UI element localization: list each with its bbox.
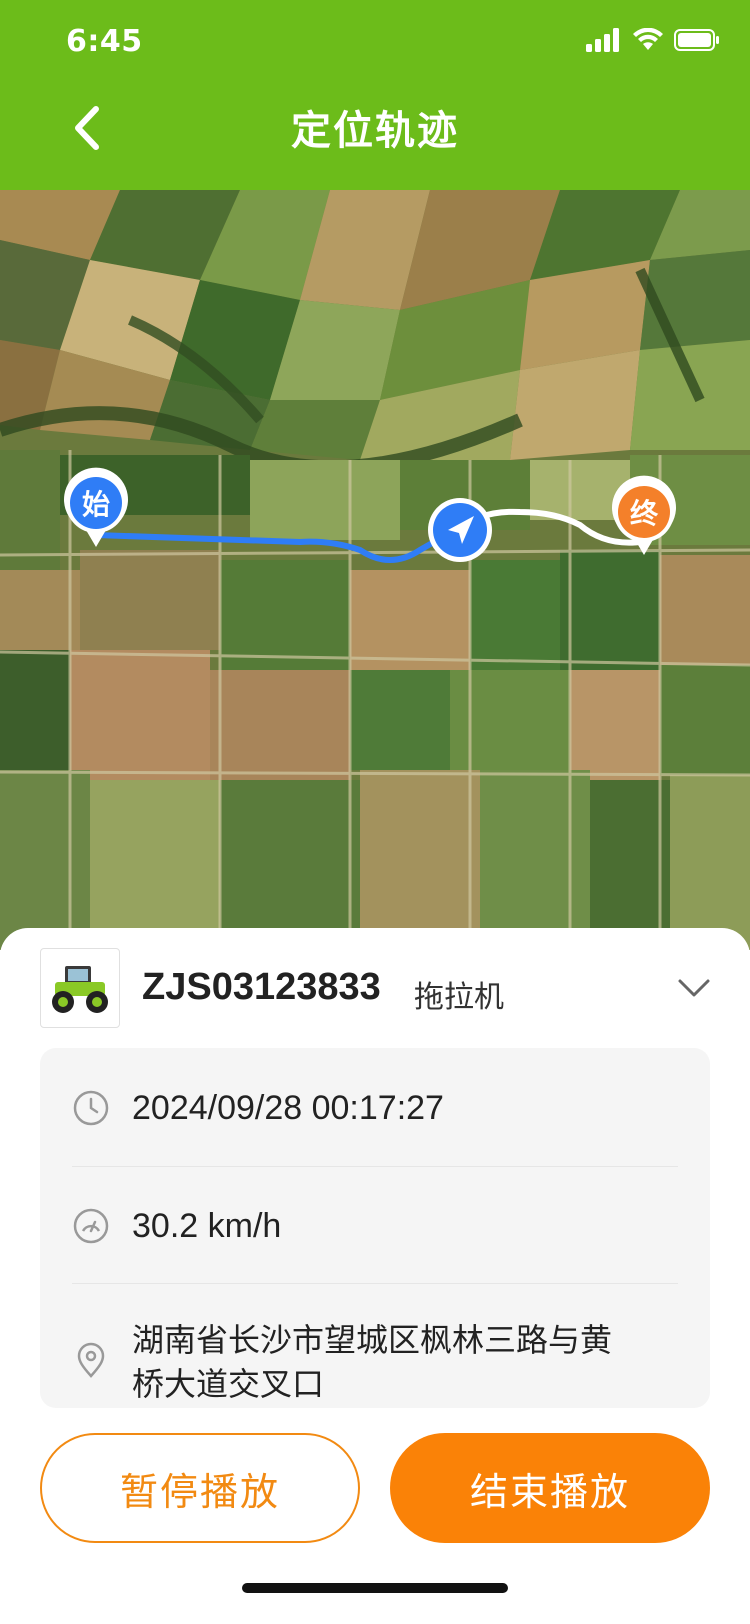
track-speed: 30.2 km/h: [132, 1206, 282, 1245]
expand-button[interactable]: [674, 968, 714, 1008]
start-marker-label: 始: [82, 488, 110, 521]
status-icons: [586, 28, 720, 52]
vehicle-id: ZJS03123833: [142, 966, 381, 1008]
end-marker-label: 终: [630, 497, 659, 530]
battery-icon: [674, 29, 719, 51]
app-header: 6:45 定位轨迹: [0, 0, 750, 190]
wifi-icon: [633, 28, 663, 50]
page-title: 定位轨迹: [291, 108, 459, 154]
track-address: 湖南省长沙市望城区枫林三路与黄桥大道交叉口: [132, 1321, 613, 1403]
clock-icon: [73, 1090, 109, 1126]
status-time: 6:45: [66, 24, 143, 59]
location-pin-icon: [77, 1342, 105, 1378]
divider: [72, 1166, 678, 1167]
map-view[interactable]: 始 终: [0, 190, 750, 950]
vehicle-info-panel: ZJS03123833 拖拉机 2024/09/28 00:17:27 30.2…: [0, 928, 750, 1624]
track-info-card: 2024/09/28 00:17:27 30.2 km/h 湖南省长沙市望城区枫…: [40, 1048, 710, 1408]
address-row: 湖南省长沙市望城区枫林三路与黄桥大道交叉口: [72, 1318, 678, 1406]
signal-icon: [586, 28, 619, 52]
tractor-icon: [52, 966, 108, 1013]
speedometer-icon: [73, 1208, 109, 1244]
speed-row: 30.2 km/h: [72, 1206, 678, 1246]
vehicle-thumbnail: [40, 948, 120, 1028]
vehicle-type: 拖拉机: [414, 980, 504, 1015]
divider: [72, 1283, 678, 1284]
current-position-marker[interactable]: [428, 498, 492, 562]
satellite-map: 始 终: [0, 190, 750, 950]
track-time: 2024/09/28 00:17:27: [132, 1088, 444, 1127]
chevron-down-icon: [678, 979, 710, 997]
time-row: 2024/09/28 00:17:27: [72, 1088, 678, 1128]
home-indicator[interactable]: [242, 1583, 508, 1593]
stop-playback-button[interactable]: 结束播放: [390, 1433, 710, 1543]
pause-playback-button[interactable]: 暂停播放: [40, 1433, 360, 1543]
